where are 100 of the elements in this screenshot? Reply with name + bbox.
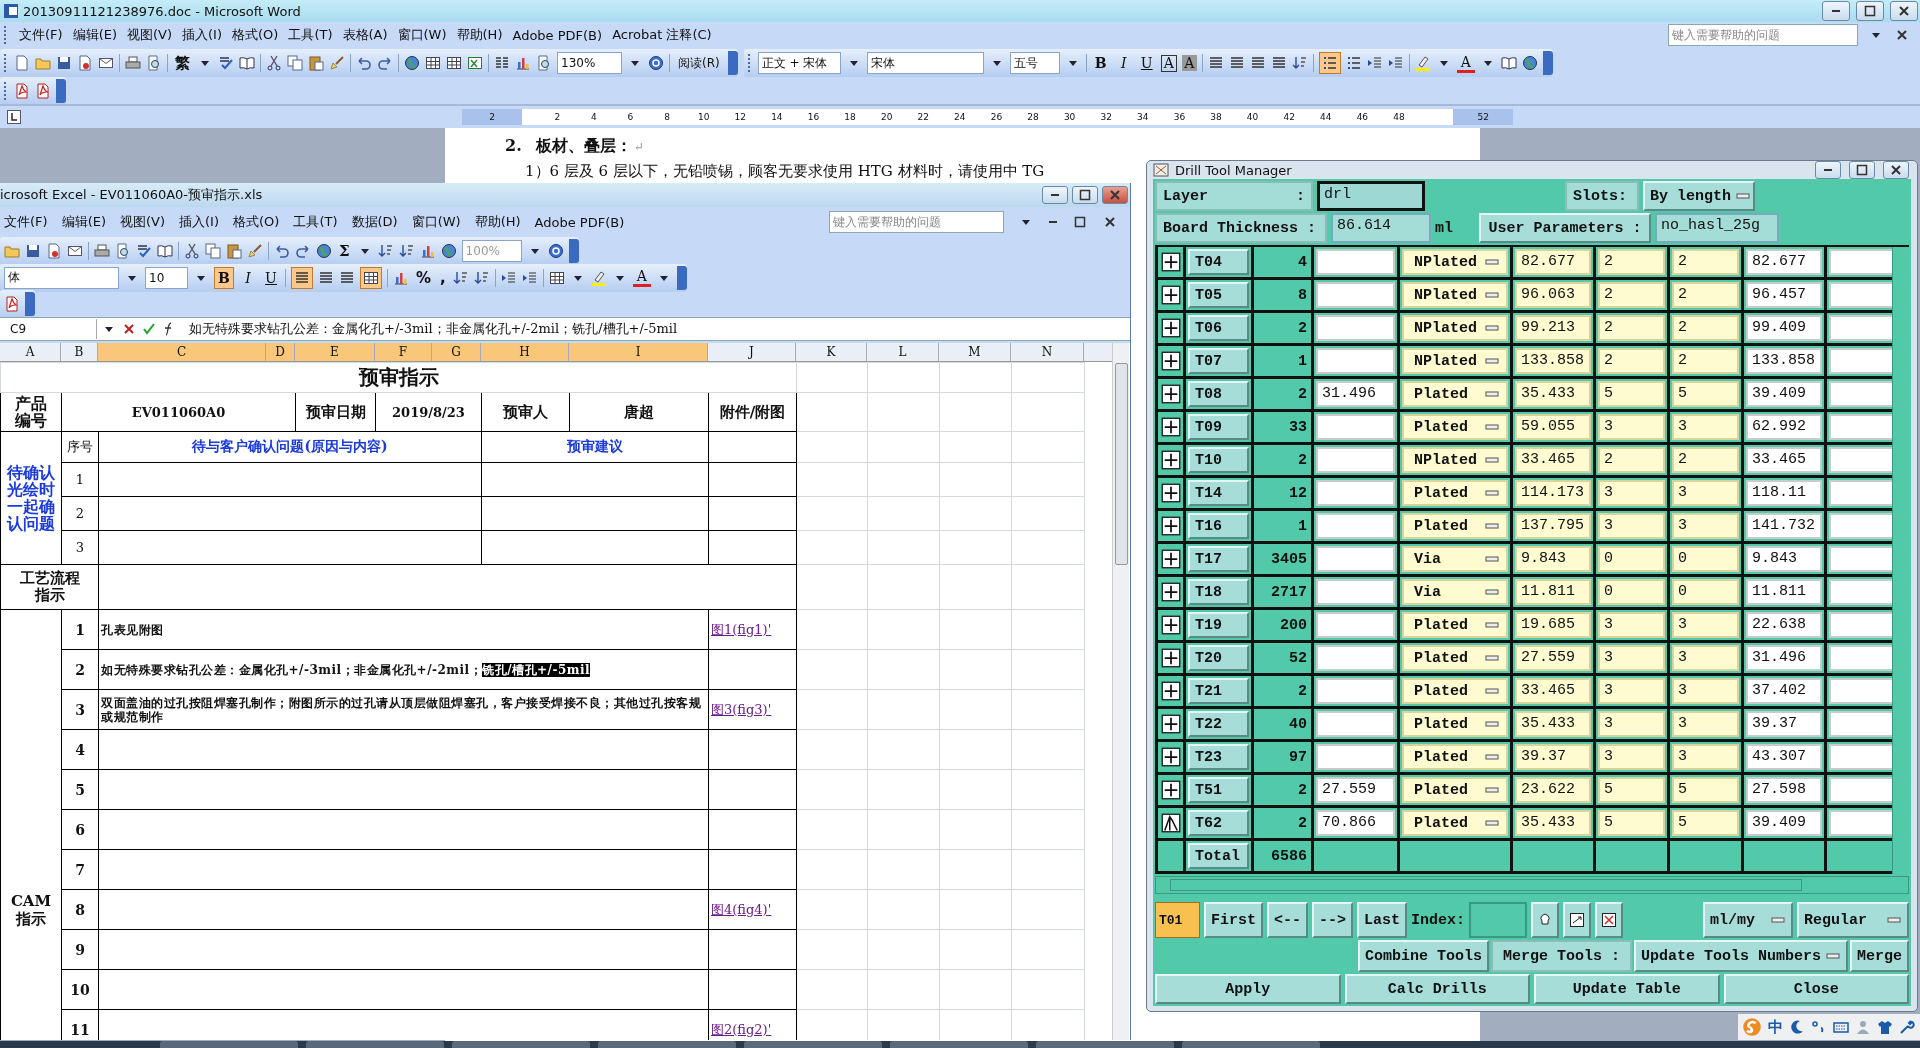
menu-item[interactable]: 工具(T) — [288, 26, 333, 44]
globe-icon[interactable] — [440, 242, 457, 259]
thickness-field[interactable]: 86.614 — [1331, 213, 1431, 243]
input-field[interactable]: 96.063 — [1515, 282, 1591, 308]
column-header[interactable]: K — [796, 343, 867, 361]
tool-button[interactable]: T62 — [1188, 810, 1249, 836]
input-field[interactable]: 3 — [1598, 678, 1665, 704]
input-field[interactable]: 2 — [1598, 282, 1665, 308]
input-field[interactable] — [1316, 282, 1395, 308]
input-field[interactable] — [1316, 579, 1395, 605]
input-field[interactable]: 9.843 — [1746, 546, 1822, 572]
formula-field[interactable]: 如无特殊要求钻孔公差：金属化孔+/-3mil；非金属化孔+/-2mil；铣孔/槽孔+/-5mil — [189, 320, 678, 338]
plus-icon[interactable] — [1160, 648, 1181, 668]
font-size-combo[interactable]: 10 — [145, 266, 188, 289]
save-icon[interactable] — [25, 242, 41, 259]
name-box[interactable]: C9 — [0, 319, 97, 339]
input-field[interactable]: 96.457 — [1746, 282, 1822, 308]
menu-item[interactable]: 窗口(W) — [397, 26, 447, 44]
input-field[interactable] — [1316, 612, 1395, 638]
column-header[interactable]: F — [375, 343, 432, 361]
input-field[interactable] — [1829, 315, 1892, 341]
input-field[interactable]: 3 — [1598, 744, 1665, 770]
scrollbar[interactable] — [1112, 343, 1129, 1040]
peak-icon[interactable] — [1160, 813, 1181, 833]
help-icon[interactable] — [648, 55, 664, 71]
globe-icon[interactable] — [1521, 55, 1538, 71]
input-field[interactable]: 39.409 — [1746, 810, 1822, 836]
printer-icon[interactable] — [94, 242, 110, 259]
nav-button[interactable]: <-- — [1267, 902, 1309, 938]
clipboard-icon[interactable] — [226, 242, 242, 259]
type-dropdown[interactable]: Plated — [1402, 678, 1508, 704]
type-dropdown[interactable]: Plated — [1402, 744, 1508, 770]
input-field[interactable]: 27.559 — [1515, 645, 1591, 671]
input-field[interactable]: 33.465 — [1515, 678, 1591, 704]
close-button[interactable] — [1102, 186, 1128, 204]
mode-dropdown[interactable]: Regular — [1797, 902, 1909, 938]
brush-icon[interactable] — [247, 242, 263, 259]
input-field[interactable]: 2 — [1598, 348, 1665, 374]
pdf-icon[interactable] — [14, 83, 30, 99]
bold-button[interactable]: B — [214, 266, 234, 289]
input-field[interactable] — [1316, 480, 1395, 506]
column-header[interactable]: G — [432, 343, 481, 361]
input-field[interactable]: 3 — [1672, 612, 1739, 638]
scissors-icon[interactable] — [266, 55, 282, 71]
redo-icon[interactable] — [295, 242, 311, 259]
maximize-icon[interactable] — [1072, 214, 1088, 230]
input-field[interactable]: 22.638 — [1746, 612, 1822, 638]
input-field[interactable]: 5 — [1598, 381, 1665, 407]
input-mode-button[interactable]: 中 — [1768, 1017, 1783, 1037]
sort-icon[interactable] — [377, 242, 394, 259]
menu-item[interactable]: 文件(F) — [19, 26, 63, 44]
column-header[interactable]: M — [939, 343, 1011, 361]
moon-icon[interactable] — [1789, 1019, 1805, 1035]
align-icon[interactable] — [1207, 55, 1224, 71]
input-field[interactable]: 82.677 — [1515, 249, 1591, 275]
nav-button[interactable]: First — [1204, 902, 1263, 938]
tool-button[interactable]: T10 — [1188, 447, 1249, 473]
printer-icon[interactable] — [125, 55, 141, 71]
input-field[interactable]: 27.598 — [1746, 777, 1822, 803]
user-parameters-field[interactable]: no_hasl_25g — [1655, 213, 1779, 243]
input-field[interactable]: 99.409 — [1746, 315, 1822, 341]
input-field[interactable]: 39.409 — [1746, 381, 1822, 407]
keyboard-icon[interactable] — [1833, 1019, 1849, 1035]
action-button[interactable]: Apply — [1155, 974, 1341, 1004]
tool-button[interactable]: T17 — [1188, 546, 1249, 572]
menu-item[interactable]: 工具(T) — [293, 213, 338, 231]
tool-button[interactable]: T21 — [1188, 678, 1249, 704]
undo-icon[interactable] — [356, 55, 372, 71]
table-icon[interactable] — [446, 55, 462, 71]
menu-item[interactable]: 窗口(W) — [411, 213, 461, 231]
toolbar-options-button[interactable] — [568, 238, 579, 263]
input-field[interactable] — [1829, 612, 1892, 638]
input-field[interactable] — [1829, 282, 1892, 308]
input-field[interactable]: 39.37 — [1746, 711, 1822, 737]
input-field[interactable] — [1316, 546, 1395, 572]
font-combo[interactable]: 体 — [4, 266, 119, 289]
input-field[interactable] — [1829, 777, 1892, 803]
menu-item[interactable]: 视图(V) — [127, 26, 173, 44]
book-icon[interactable] — [1500, 55, 1517, 71]
tool-button[interactable]: T16 — [1188, 513, 1249, 539]
globe-icon[interactable] — [316, 242, 332, 259]
input-field[interactable] — [1316, 447, 1395, 473]
font-combo[interactable]: 宋体 — [866, 52, 984, 74]
italic-button[interactable]: I — [239, 267, 257, 288]
plus-icon[interactable] — [1160, 318, 1181, 338]
type-dropdown[interactable]: Plated — [1402, 777, 1508, 803]
input-field[interactable]: 37.402 — [1746, 678, 1822, 704]
type-dropdown[interactable]: Plated — [1402, 381, 1508, 407]
input-field[interactable] — [1829, 480, 1892, 506]
scissors-icon[interactable] — [184, 242, 200, 259]
input-field[interactable]: 3 — [1598, 612, 1665, 638]
redo-icon[interactable] — [377, 55, 393, 71]
input-field[interactable]: 23.622 — [1515, 777, 1591, 803]
layer-field[interactable]: drl — [1317, 181, 1425, 211]
spellcheck-icon[interactable] — [218, 55, 234, 71]
input-field[interactable]: 141.732 — [1746, 513, 1822, 539]
input-field[interactable] — [1316, 249, 1395, 275]
menu-item[interactable]: 插入(I) — [182, 26, 222, 44]
plus-icon[interactable] — [1160, 417, 1181, 437]
menu-item[interactable]: 帮助(H) — [474, 213, 521, 231]
